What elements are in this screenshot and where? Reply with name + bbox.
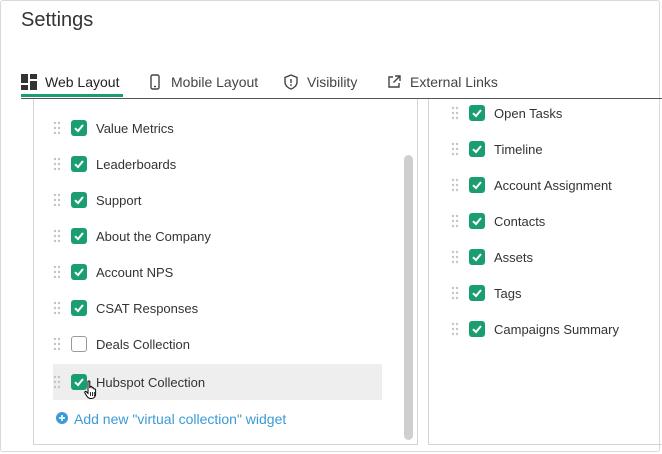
check-icon <box>472 325 482 334</box>
layout-grid-icon <box>21 74 37 90</box>
widget-label: Support <box>96 192 142 208</box>
page-title: Settings <box>21 9 94 31</box>
check-icon <box>472 217 482 226</box>
widget-label: Contacts <box>494 213 546 229</box>
check-icon <box>472 181 482 190</box>
left-panel-scrollbar[interactable] <box>404 155 413 440</box>
active-tab-indicator <box>21 94 123 97</box>
widget-row-campaigns-summary[interactable]: Campaigns Summary <box>451 311 656 347</box>
tab-label: Mobile Layout <box>171 74 259 90</box>
widget-checkbox[interactable] <box>469 177 485 193</box>
shield-icon <box>283 74 299 90</box>
widget-label: Account NPS <box>96 264 174 280</box>
widget-row-account-assignment[interactable]: Account Assignment <box>451 167 656 203</box>
widget-row-timeline[interactable]: Timeline <box>451 131 656 167</box>
widget-label: Open Tasks <box>494 105 563 121</box>
widget-checkbox[interactable] <box>469 249 485 265</box>
widget-checkbox[interactable] <box>71 228 87 244</box>
widget-label: Leaderboards <box>96 156 177 172</box>
widget-row-account-nps[interactable]: Account NPS <box>53 254 382 290</box>
check-icon <box>472 109 482 118</box>
tab-label: Web Layout <box>45 74 120 90</box>
drag-handle-icon[interactable] <box>53 156 61 172</box>
widget-label: Value Metrics <box>96 120 174 136</box>
widget-row-open-tasks[interactable]: Open Tasks <box>451 95 656 131</box>
widget-row-hubspot-collection[interactable]: Hubspot Collection <box>53 364 382 400</box>
widget-label: Hubspot Collection <box>96 374 206 390</box>
widget-checkbox[interactable] <box>71 156 87 172</box>
widget-checkbox[interactable] <box>469 285 485 301</box>
widget-checkbox[interactable] <box>71 264 87 280</box>
drag-handle-icon[interactable] <box>451 141 459 157</box>
widget-checkbox[interactable] <box>469 321 485 337</box>
check-icon <box>74 268 84 277</box>
check-icon <box>74 160 84 169</box>
tab-visibility[interactable]: Visibility <box>283 72 357 98</box>
drag-handle-icon[interactable] <box>53 120 61 136</box>
plus-circle-icon <box>56 411 68 427</box>
widget-row-about-the-company[interactable]: About the Company <box>53 218 382 254</box>
widget-checkbox[interactable] <box>469 141 485 157</box>
widget-row-leaderboards[interactable]: Leaderboards <box>53 146 382 182</box>
add-virtual-collection-widget-link[interactable]: Add new "virtual collection" widget <box>56 411 286 427</box>
tab-label: External Links <box>410 74 498 90</box>
check-icon <box>74 232 84 241</box>
check-icon <box>472 289 482 298</box>
widget-row-support[interactable]: Support <box>53 182 382 218</box>
drag-handle-icon[interactable] <box>451 213 459 229</box>
drag-handle-icon[interactable] <box>451 249 459 265</box>
drag-handle-icon[interactable] <box>451 321 459 337</box>
widget-row-deals-collection[interactable]: Deals Collection <box>53 326 382 362</box>
widget-row-assets[interactable]: Assets <box>451 239 656 275</box>
drag-handle-icon[interactable] <box>451 285 459 301</box>
drag-handle-icon[interactable] <box>53 264 61 280</box>
widget-row-csat-responses[interactable]: CSAT Responses <box>53 290 382 326</box>
widget-label: Tags <box>494 285 522 301</box>
drag-handle-icon[interactable] <box>451 105 459 121</box>
external-link-icon <box>386 74 402 90</box>
widget-checkbox[interactable] <box>71 192 87 208</box>
check-icon <box>472 253 482 262</box>
check-icon <box>74 304 84 313</box>
drag-handle-icon[interactable] <box>53 374 61 390</box>
widget-checkbox[interactable] <box>71 120 87 136</box>
drag-handle-icon[interactable] <box>53 192 61 208</box>
check-icon <box>472 145 482 154</box>
check-icon <box>74 196 84 205</box>
widget-label: Assets <box>494 249 534 265</box>
drag-handle-icon[interactable] <box>53 228 61 244</box>
add-widget-label: Add new "virtual collection" widget <box>74 411 287 427</box>
tab-mobile-layout[interactable]: Mobile Layout <box>147 72 258 98</box>
drag-handle-icon[interactable] <box>53 336 61 352</box>
widget-label: Deals Collection <box>96 336 190 352</box>
drag-handle-icon[interactable] <box>451 177 459 193</box>
widget-label: CSAT Responses <box>96 300 199 316</box>
widget-checkbox[interactable] <box>469 105 485 121</box>
widget-label: Campaigns Summary <box>494 321 619 337</box>
check-icon <box>74 124 84 133</box>
mobile-phone-icon <box>147 74 163 90</box>
widget-row-value-metrics[interactable]: Value Metrics <box>53 110 382 146</box>
tab-label: Visibility <box>307 74 358 90</box>
drag-handle-icon[interactable] <box>53 300 61 316</box>
widget-label: Timeline <box>494 141 543 157</box>
widget-row-contacts[interactable]: Contacts <box>451 203 656 239</box>
widget-label: About the Company <box>96 228 211 244</box>
widget-label: Account Assignment <box>494 177 612 193</box>
widget-checkbox[interactable] <box>469 213 485 229</box>
widget-row-tags[interactable]: Tags <box>451 275 656 311</box>
tab-web-layout[interactable]: Web Layout <box>21 72 123 98</box>
widget-checkbox[interactable] <box>71 300 87 316</box>
widget-checkbox[interactable] <box>71 336 87 352</box>
hand-pointer-cursor-icon <box>84 380 98 400</box>
